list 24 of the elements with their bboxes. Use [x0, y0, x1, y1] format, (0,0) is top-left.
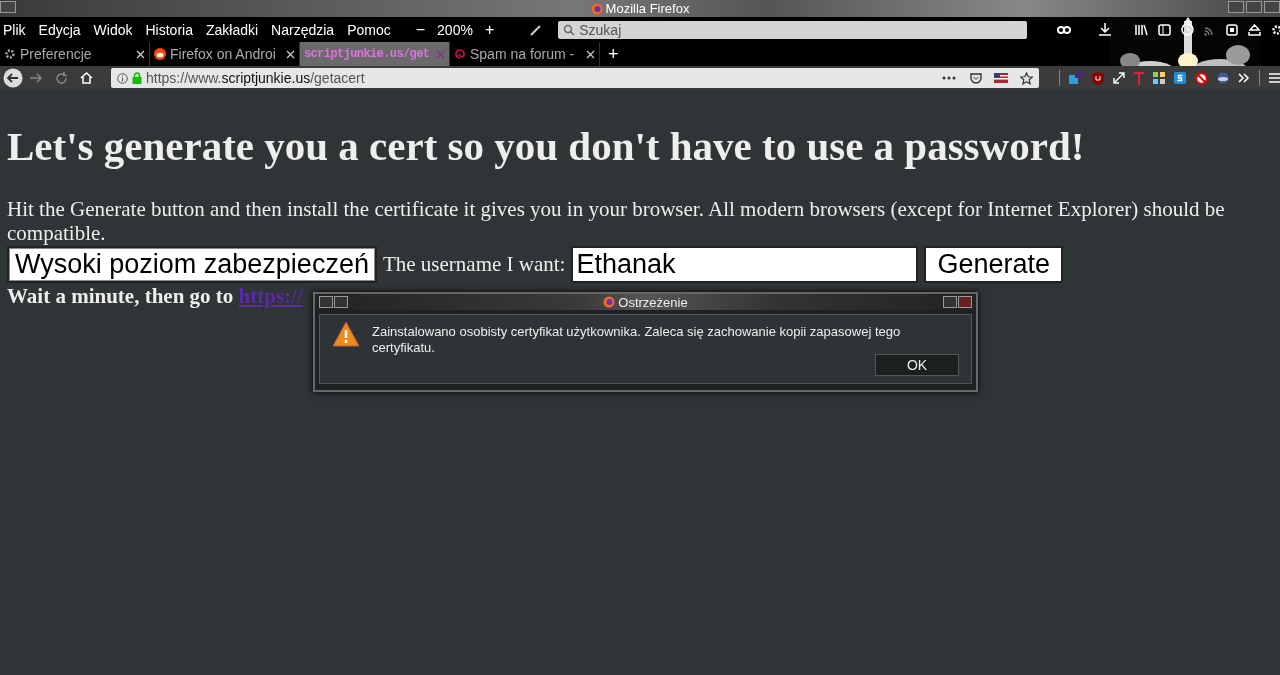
window-title: Mozilla Firefox	[605, 1, 690, 16]
zoom-in-button[interactable]: +	[484, 20, 495, 39]
zoom-level[interactable]: 200%	[437, 21, 473, 38]
new-tab-button[interactable]: +	[600, 42, 627, 66]
intro-text: Hit the Generate button and then install the certificate it gives you in your browser. All modern browsers (except for Internet Explorer) should be compatible.	[7, 197, 1226, 245]
ok-button[interactable]: OK	[875, 354, 959, 376]
search-field[interactable]: Szukaj	[558, 20, 1028, 39]
menu-item[interactable]: Widok	[93, 21, 133, 38]
zoom-out-button[interactable]: −	[415, 20, 426, 39]
menu-item[interactable]: Plik	[3, 21, 26, 38]
menu-item[interactable]: Pomoc	[347, 21, 391, 38]
menu-item[interactable]: Zakładki	[205, 21, 259, 38]
dialog-message: Zainstalowano osobisty certyfikat użytkownika. Zaleca się zachowanie kopii zapasowej tego certyfikatu.	[372, 324, 902, 356]
key-strength-select[interactable]: Wysoki poziom zabezpieczeń	[7, 246, 377, 283]
url-text: https://www.scriptjunkie.us/getacert	[146, 70, 365, 86]
username-field[interactable]: Ethanak	[571, 246, 919, 283]
menu-item[interactable]: Historia	[145, 21, 193, 38]
dialog-title: Ostrzeżenie	[618, 294, 688, 310]
menu-item[interactable]: Narzędzia	[271, 21, 335, 38]
page-heading: Let's generate you a cert so you don't have to use a password!	[7, 122, 1086, 171]
generate-button[interactable]: Generate	[924, 246, 1063, 283]
field-label: The username I want:	[382, 252, 566, 277]
address-bar[interactable]: https://www.scriptjunkie.us/getacert	[111, 68, 1039, 88]
menu-item[interactable]: Edycja	[38, 21, 81, 38]
